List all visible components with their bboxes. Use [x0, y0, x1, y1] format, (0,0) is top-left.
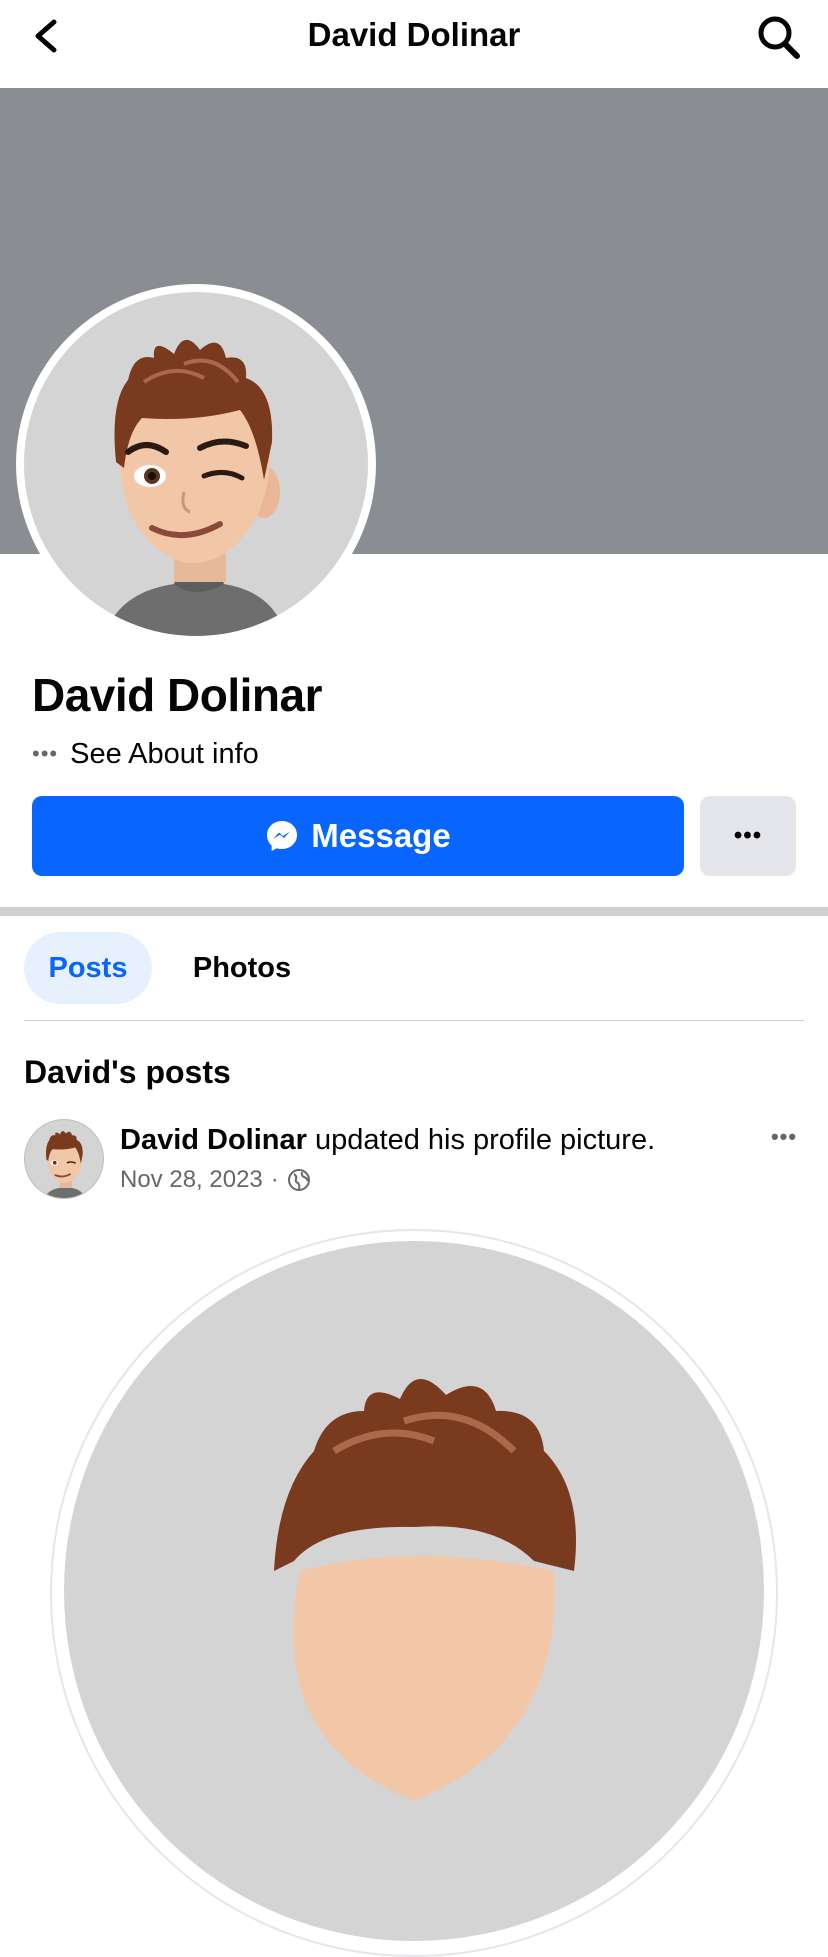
- message-label: Message: [311, 817, 451, 854]
- post-photo-image: [64, 1241, 764, 1941]
- post-photo[interactable]: [50, 1229, 778, 1957]
- avatar-image: [24, 292, 368, 636]
- post-headline: David Dolinar updated his profile pictur…: [120, 1124, 655, 1157]
- post-meta: Nov 28, 2023 ·: [120, 1164, 311, 1196]
- post-author-avatar[interactable]: [24, 1119, 104, 1199]
- about-label: See About info: [70, 737, 259, 770]
- post-author-name[interactable]: David Dolinar: [120, 1124, 307, 1156]
- post-options-button[interactable]: •••: [760, 1124, 808, 1156]
- profile-picture[interactable]: [16, 284, 376, 644]
- tab-photos[interactable]: Photos: [176, 932, 308, 1004]
- tabs-divider: [24, 1020, 804, 1021]
- posts-section-title: David's posts: [24, 1054, 231, 1090]
- more-options-button[interactable]: •••: [700, 796, 796, 876]
- globe-icon: [287, 1169, 310, 1191]
- header-title: David Dolinar: [307, 16, 521, 53]
- tab-posts[interactable]: Posts: [24, 932, 152, 1004]
- meta-separator: ·: [270, 1166, 279, 1193]
- see-about-info-link[interactable]: ••• See About info: [32, 734, 259, 774]
- search-icon: [758, 16, 800, 59]
- profile-name: David Dolinar: [32, 669, 323, 721]
- post-date[interactable]: Nov 28, 2023: [120, 1166, 263, 1194]
- more-dots-icon: •••: [733, 822, 763, 849]
- search-button[interactable]: [754, 14, 806, 62]
- messenger-icon: [267, 821, 298, 851]
- post-action-text: updated his profile picture.: [306, 1124, 656, 1156]
- message-button[interactable]: Message: [32, 796, 684, 876]
- section-divider: [0, 907, 828, 916]
- more-dots-icon: •••: [32, 741, 59, 766]
